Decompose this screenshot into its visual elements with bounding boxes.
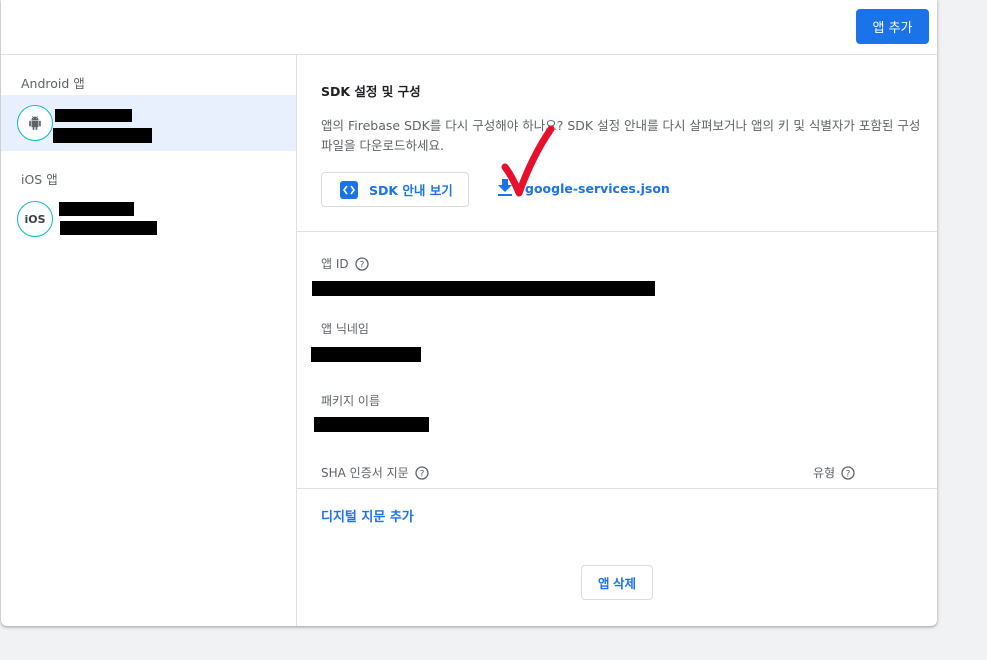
sdk-guide-button[interactable]: SDK 안내 보기 bbox=[321, 172, 469, 207]
sha-fingerprint-label-text: SHA 인증서 지문 bbox=[321, 466, 409, 480]
svg-text:?: ? bbox=[359, 260, 364, 270]
android-apps-heading: Android 앱 bbox=[21, 76, 85, 91]
app-id-label-text: 앱 ID bbox=[321, 257, 349, 271]
checkmark-annotation-icon bbox=[501, 125, 555, 197]
sdk-guide-label: SDK 안내 보기 bbox=[369, 183, 453, 198]
package-name-label-text: 패키지 이름 bbox=[321, 394, 381, 408]
sha-fingerprint-label: SHA 인증서 지문 ? bbox=[321, 464, 429, 481]
add-app-button[interactable]: 앱 추가 bbox=[856, 9, 929, 44]
app-nickname-label-text: 앱 닉네임 bbox=[321, 322, 369, 336]
help-icon[interactable]: ? bbox=[415, 465, 429, 480]
help-icon[interactable]: ? bbox=[841, 465, 855, 480]
add-fingerprint-link[interactable]: 디지털 지문 추가 bbox=[321, 506, 414, 525]
card-header: 앱 추가 bbox=[1, 0, 937, 55]
delete-app-button[interactable]: 앱 삭제 bbox=[581, 565, 653, 600]
android-icon bbox=[29, 116, 41, 130]
redacted-app-id bbox=[312, 281, 655, 296]
package-name-label: 패키지 이름 bbox=[321, 392, 380, 409]
type-column-label-text: 유형 bbox=[813, 466, 836, 480]
help-icon[interactable]: ? bbox=[354, 256, 369, 271]
ios-icon: iOS bbox=[24, 212, 46, 226]
code-icon bbox=[340, 180, 358, 199]
apps-sidebar: Android 앱 iOS 앱 iOS bbox=[1, 55, 297, 626]
redacted-app-nickname bbox=[311, 347, 421, 362]
redacted-app-name bbox=[59, 202, 134, 216]
type-column-label: 유형 ? bbox=[813, 464, 855, 481]
sdk-section-title: SDK 설정 및 구성 bbox=[321, 84, 421, 99]
ios-app-item[interactable]: iOS bbox=[1, 191, 296, 247]
android-app-avatar bbox=[17, 105, 53, 141]
app-details-panel: SDK 설정 및 구성 앱의 Firebase SDK를 다시 구성해야 하나요… bbox=[297, 55, 937, 626]
svg-text:?: ? bbox=[846, 469, 851, 479]
ios-apps-heading: iOS 앱 bbox=[21, 172, 58, 187]
sdk-section-description: 앱의 Firebase SDK를 다시 구성해야 하나요? SDK 설정 안내를… bbox=[321, 118, 921, 153]
redacted-bundle-id bbox=[60, 221, 157, 235]
redacted-package-name bbox=[314, 417, 429, 432]
project-settings-card: 앱 추가 Android 앱 iOS 앱 iOS SDK 설정 및 구성 앱의 … bbox=[1, 0, 937, 626]
svg-text:?: ? bbox=[419, 469, 424, 479]
app-nickname-label: 앱 닉네임 bbox=[321, 320, 369, 337]
redacted-app-name bbox=[55, 109, 132, 122]
section-divider bbox=[297, 231, 937, 232]
ios-app-avatar: iOS bbox=[17, 201, 53, 237]
redacted-package-name bbox=[53, 128, 152, 143]
app-id-label: 앱 ID ? bbox=[321, 255, 369, 272]
android-app-item[interactable] bbox=[1, 95, 296, 151]
table-divider bbox=[297, 488, 937, 489]
